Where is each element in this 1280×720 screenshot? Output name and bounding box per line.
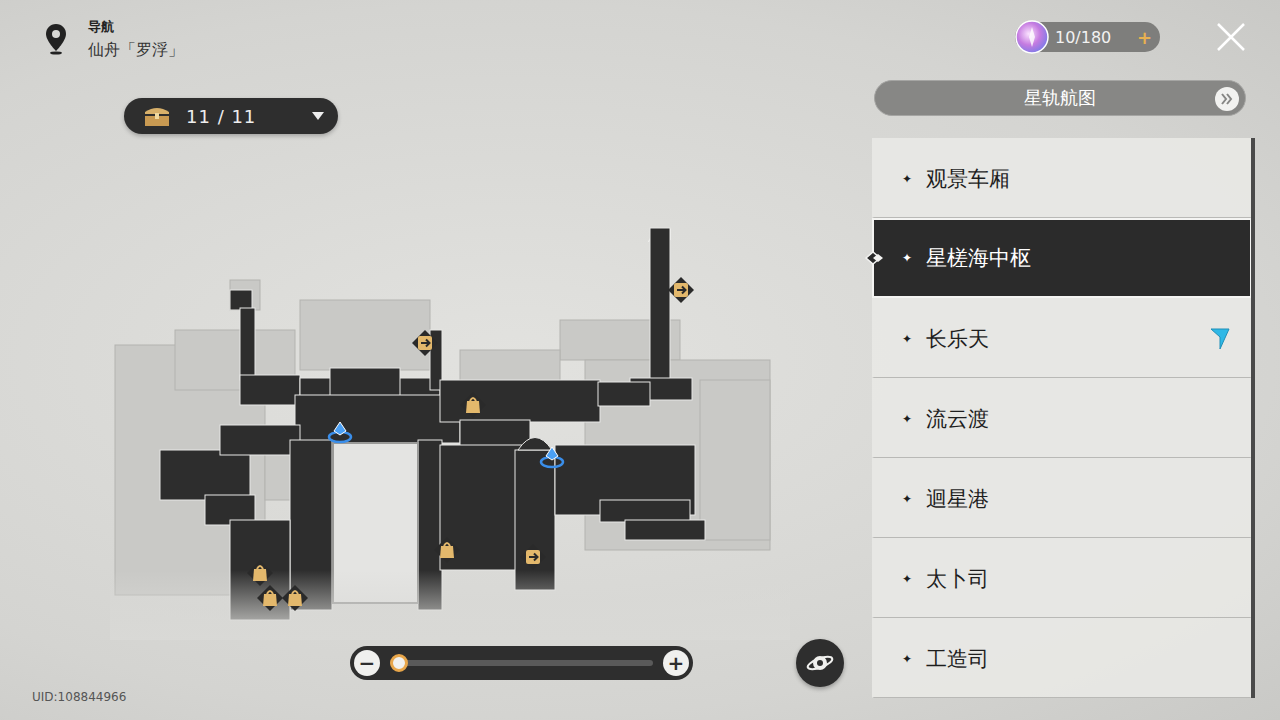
zoom-knob[interactable] <box>390 654 408 672</box>
map-canvas[interactable] <box>0 134 870 640</box>
map-pin[interactable] <box>326 419 354 447</box>
close-button[interactable] <box>1214 20 1248 54</box>
map-controls: −+ <box>0 640 870 686</box>
map-pin[interactable] <box>246 559 274 587</box>
uid-label: UID:108844966 <box>32 690 870 704</box>
chevron-wrap <box>1215 87 1239 111</box>
teleport-icon[interactable] <box>538 444 566 472</box>
area-item[interactable]: ✦ 流云渡 <box>872 378 1252 458</box>
stellar-jade-icon <box>1015 20 1049 54</box>
shop-icon[interactable] <box>459 391 487 419</box>
map-pin[interactable] <box>667 276 695 304</box>
area-name: 星槎海中枢 <box>926 244 1230 272</box>
area-name: 工造司 <box>926 645 1230 673</box>
area-map-icon[interactable] <box>0 134 870 640</box>
area-item[interactable]: ✦ 太卜司 <box>872 538 1252 618</box>
area-star-icon: ✦ <box>902 492 916 506</box>
header-texts: 导航仙舟「罗浮」 <box>88 18 184 61</box>
map-pin[interactable] <box>459 391 487 419</box>
player-location-icon <box>1210 327 1230 351</box>
exit-icon[interactable] <box>667 276 695 304</box>
planet-icon <box>805 648 835 678</box>
teleport-icon[interactable] <box>326 419 354 447</box>
area-pane: 10/180 + 星轨航图 ✦ 观景车厢 ✦ 星槎海中枢 ✦ 长乐天 ✦ 流云渡 ✦ 迴星港 ✦ 太卜司 ✦ 工… <box>870 0 1280 720</box>
area-star-icon: ✦ <box>902 251 916 265</box>
area-name: 观景车厢 <box>926 165 1230 193</box>
area-item[interactable]: ✦ 迴星港 <box>872 458 1252 538</box>
area-item[interactable]: ✦ 长乐天 <box>872 298 1252 378</box>
map-screen: 导航仙舟「罗浮」11 / 11−+UID:10884496610/180+星轨航… <box>0 0 1280 720</box>
shop-icon[interactable] <box>256 584 284 612</box>
close-icon <box>1215 21 1247 53</box>
area-name: 迴星港 <box>926 485 1230 513</box>
exit-icon[interactable] <box>519 543 547 571</box>
map-pin[interactable] <box>538 444 566 472</box>
area-name: 流云渡 <box>926 405 1230 433</box>
dropdown-arrow-icon <box>312 112 324 120</box>
location-pin-icon <box>44 23 68 55</box>
map-pin[interactable] <box>433 536 461 564</box>
area-name: 长乐天 <box>926 325 1200 353</box>
area-item[interactable]: ✦ 工造司 <box>872 618 1252 698</box>
area-star-icon: ✦ <box>902 652 916 666</box>
navigation-header: 导航仙舟「罗浮」 <box>44 14 870 64</box>
area-item[interactable]: ✦ 观景车厢 <box>872 138 1252 218</box>
planet-button[interactable] <box>796 639 844 687</box>
star-rail-map-button[interactable]: 星轨航图 <box>874 80 1246 116</box>
map-pin[interactable] <box>281 584 309 612</box>
scrollbar[interactable] <box>1251 138 1255 698</box>
chest-count: 11 / 11 <box>186 106 298 127</box>
map-pin[interactable] <box>411 329 439 357</box>
area-star-icon: ✦ <box>902 572 916 586</box>
header-location: 仙舟「罗浮」 <box>88 40 184 61</box>
map-pin[interactable] <box>256 584 284 612</box>
map-pane: 导航仙舟「罗浮」11 / 11−+UID:108844966 <box>0 0 870 720</box>
zoom-out-button[interactable]: − <box>354 650 380 676</box>
selection-pointer-icon <box>864 250 884 266</box>
selection-pointer <box>864 250 884 266</box>
double-chevron-icon <box>1220 93 1234 105</box>
chest-counter[interactable]: 11 / 11 <box>124 98 338 134</box>
area-star-icon: ✦ <box>902 412 916 426</box>
shop-icon[interactable] <box>281 584 309 612</box>
map-pin[interactable] <box>519 543 547 571</box>
zoom-control: −+ <box>350 646 693 680</box>
zoom-slider[interactable] <box>390 660 653 666</box>
area-name: 太卜司 <box>926 565 1230 593</box>
area-star-icon: ✦ <box>902 172 916 186</box>
add-currency-button[interactable]: + <box>1137 27 1152 48</box>
stellar-jade-counter: 10/180 + <box>1015 22 1160 52</box>
top-right-bar: 10/180 + <box>1015 20 1280 54</box>
area-list: ✦ 观景车厢 ✦ 星槎海中枢 ✦ 长乐天 ✦ 流云渡 ✦ 迴星港 ✦ 太卜司 ✦ 工造司 <box>872 138 1252 698</box>
zoom-in-button[interactable]: + <box>663 650 689 676</box>
chest-icon <box>142 104 172 128</box>
shop-icon[interactable] <box>433 536 461 564</box>
shop-icon[interactable] <box>246 559 274 587</box>
area-star-icon: ✦ <box>902 332 916 346</box>
stellar-jade-amount: 10/180 <box>1055 28 1131 47</box>
header-label: 导航 <box>88 18 184 36</box>
area-item[interactable]: ✦ 星槎海中枢 <box>872 218 1252 298</box>
exit-icon[interactable] <box>411 329 439 357</box>
